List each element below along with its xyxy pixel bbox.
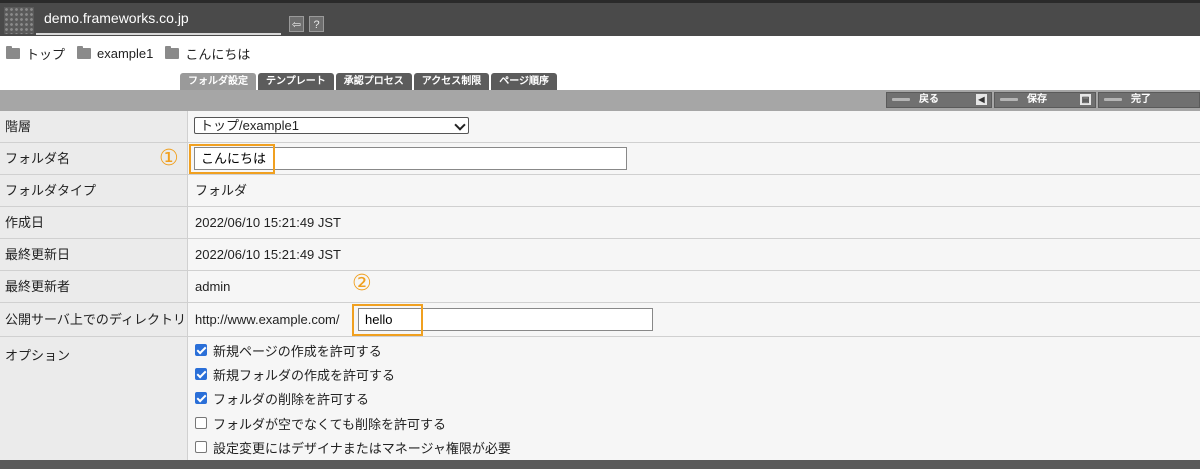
- annotation-marker-2: ②: [352, 271, 372, 296]
- tab-page-order[interactable]: ページ順序: [491, 73, 558, 90]
- row-folder-type: フォルダタイプ フォルダ: [0, 175, 1200, 207]
- save-button[interactable]: 保存 ▤: [994, 92, 1096, 108]
- row-options: オプション 新規ページの作成を許可する 新規フォルダの作成を許可する フォルダの…: [0, 337, 1200, 460]
- option-label: フォルダの削除を許可する: [213, 391, 370, 407]
- done-label: 完了: [1131, 94, 1151, 105]
- save-disk-icon: ▤: [1080, 94, 1091, 105]
- button-bar-icon: [1000, 98, 1018, 101]
- folder-icon: [77, 45, 92, 59]
- row-created: 作成日 2022/06/10 15:21:49 JST: [0, 207, 1200, 239]
- option-allow-new-page[interactable]: 新規ページの作成を許可する: [195, 342, 382, 359]
- created-value: 2022/06/10 15:21:49 JST: [188, 207, 1200, 238]
- directory-prefix: http://www.example.com/: [195, 312, 340, 327]
- back-label: 戻る: [919, 94, 939, 105]
- tab-template[interactable]: テンプレート: [258, 73, 334, 90]
- option-label: 新規フォルダの作成を許可する: [213, 367, 396, 383]
- folder-name-input[interactable]: こんにちは: [194, 147, 627, 170]
- breadcrumb-item-example1[interactable]: example1: [77, 45, 154, 61]
- row-updated: 最終更新日 2022/06/10 15:21:49 JST: [0, 239, 1200, 271]
- chevron-down-icon: [454, 119, 466, 131]
- tab-folder-settings[interactable]: フォルダ設定: [180, 73, 256, 90]
- breadcrumb-item-current[interactable]: こんにちは: [165, 44, 250, 63]
- done-button[interactable]: 完了: [1098, 92, 1200, 108]
- updater-value: admin: [188, 271, 1200, 302]
- bottom-bar: [0, 460, 1200, 469]
- breadcrumb-label: トップ: [26, 46, 66, 62]
- checkbox-unchecked[interactable]: [195, 441, 207, 453]
- breadcrumb-label: こんにちは: [185, 46, 251, 62]
- button-bar-icon: [892, 98, 910, 101]
- exit-icon[interactable]: ⇦: [289, 16, 304, 32]
- checkbox-unchecked[interactable]: [195, 417, 207, 429]
- created-label: 作成日: [0, 207, 188, 238]
- hierarchy-selected-value: トップ/example1: [200, 118, 299, 133]
- folder-type-value: フォルダ: [188, 175, 1200, 206]
- hierarchy-select[interactable]: トップ/example1: [194, 117, 469, 134]
- option-require-designer-manager[interactable]: 設定変更にはデザイナまたはマネージャ権限が必要: [195, 439, 511, 456]
- option-label: 新規ページの作成を許可する: [213, 343, 382, 359]
- option-label: フォルダが空でなくても削除を許可する: [213, 416, 446, 432]
- checkbox-checked[interactable]: [195, 392, 207, 404]
- directory-label: 公開サーバ上でのディレクトリ: [0, 303, 188, 336]
- checkbox-checked[interactable]: [195, 344, 207, 356]
- option-label: 設定変更にはデザイナまたはマネージャ権限が必要: [213, 440, 511, 456]
- directory-cell: http://www.example.com/ hello: [188, 303, 1200, 336]
- folder-icon: [6, 45, 20, 59]
- directory-input[interactable]: hello: [358, 308, 653, 331]
- action-bar: 戻る ◀ 保存 ▤ 完了: [0, 90, 1200, 111]
- hierarchy-label: 階層: [0, 111, 188, 142]
- host-title: demo.frameworks.co.jp: [44, 10, 189, 26]
- back-arrow-icon: ◀: [976, 94, 987, 105]
- breadcrumb: トップ example1 こんにちは: [6, 44, 262, 62]
- folder-type-label: フォルダタイプ: [0, 175, 188, 206]
- updated-value: 2022/06/10 15:21:49 JST: [188, 239, 1200, 270]
- updated-label: 最終更新日: [0, 239, 188, 270]
- host-underline: [36, 33, 281, 35]
- options-cell: 新規ページの作成を許可する 新規フォルダの作成を許可する フォルダの削除を許可す…: [188, 337, 1200, 460]
- row-folder-name: フォルダ名 こんにちは ①: [0, 143, 1200, 175]
- row-hierarchy: 階層 トップ/example1: [0, 111, 1200, 143]
- top-bar: demo.frameworks.co.jp ⇦ ?: [0, 0, 1200, 36]
- folder-settings-form: 階層 トップ/example1 フォルダ名 こんにちは ① フォルダタイプ フォ…: [0, 111, 1200, 460]
- breadcrumb-item-top[interactable]: トップ: [6, 44, 65, 63]
- annotation-marker-1: ①: [159, 146, 179, 171]
- tab-access-restriction[interactable]: アクセス制限: [413, 73, 490, 90]
- save-label: 保存: [1027, 94, 1047, 105]
- checkbox-checked[interactable]: [195, 368, 207, 380]
- option-allow-folder-delete[interactable]: フォルダの削除を許可する: [195, 390, 370, 407]
- back-button[interactable]: 戻る ◀: [886, 92, 992, 108]
- folder-icon: [165, 45, 180, 59]
- option-allow-delete-nonempty[interactable]: フォルダが空でなくても削除を許可する: [195, 415, 446, 432]
- updater-label: 最終更新者: [0, 271, 188, 302]
- folder-name-cell: こんにちは ①: [159, 143, 1200, 174]
- row-directory: 公開サーバ上でのディレクトリ http://www.example.com/ h…: [0, 303, 1200, 337]
- tab-approval-process[interactable]: 承認プロセス: [335, 73, 412, 90]
- tab-bar: フォルダ設定 テンプレート 承認プロセス アクセス制限 ページ順序: [180, 73, 559, 90]
- help-icon[interactable]: ?: [309, 16, 324, 32]
- button-bar-icon: [1104, 98, 1122, 101]
- option-allow-new-folder[interactable]: 新規フォルダの作成を許可する: [195, 366, 396, 383]
- hierarchy-cell: トップ/example1: [188, 111, 1200, 142]
- breadcrumb-label: example1: [97, 45, 154, 61]
- logo-icon[interactable]: [4, 7, 34, 34]
- options-label: オプション: [0, 337, 188, 460]
- row-updater: 最終更新者 admin ②: [0, 271, 1200, 303]
